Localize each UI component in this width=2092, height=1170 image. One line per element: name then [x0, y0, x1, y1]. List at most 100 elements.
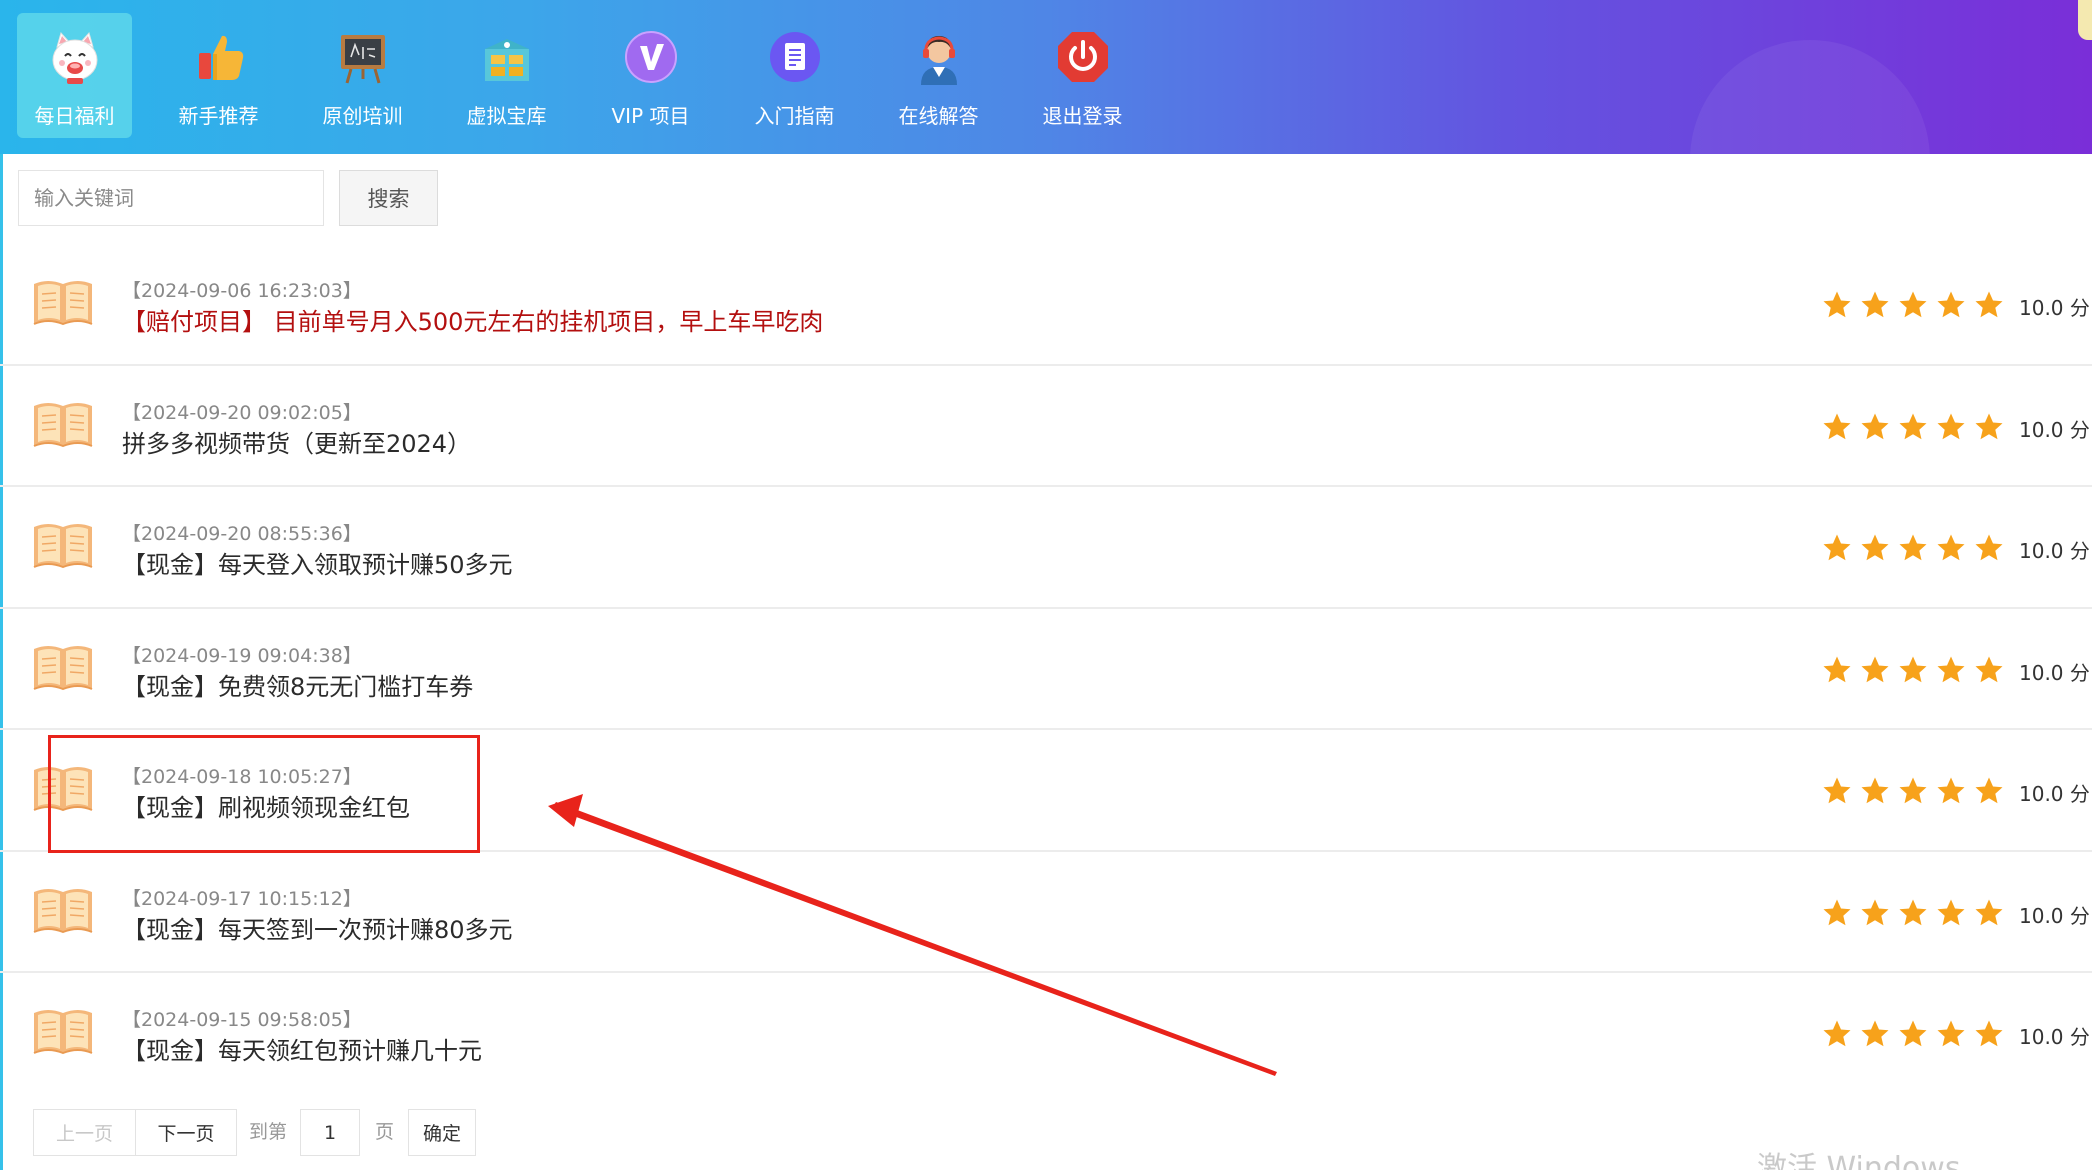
item-title[interactable]: 【赔付项目】 目前单号月入500元左右的挂机项目，早上车早吃肉 — [122, 302, 823, 337]
nav-item-label: 原创培训 — [322, 104, 403, 128]
page-number-input[interactable] — [300, 1109, 360, 1156]
star-icon — [1822, 1019, 1852, 1049]
star-icon — [1860, 290, 1890, 320]
item-title[interactable]: 【现金】免费领8元无门槛打车券 — [122, 667, 473, 702]
item-date: 【2024-09-20 08:55:36】 — [122, 523, 362, 545]
star-icon — [1974, 412, 2004, 442]
windows-activation-watermark: 激活 Windows — [1757, 1151, 1961, 1170]
nav-item-label: VIP 项目 — [611, 104, 690, 128]
chalkboard-icon — [331, 25, 395, 89]
prev-page-button[interactable]: 上一页 — [33, 1109, 136, 1156]
item-date: 【2024-09-17 10:15:12】 — [122, 887, 362, 910]
next-page-button[interactable]: 下一页 — [135, 1109, 237, 1156]
nav-item-logout[interactable]: 退出登录 — [1025, 13, 1140, 138]
item-title[interactable]: 拼多多视频带货（更新至2024） — [122, 424, 471, 459]
star-icon — [1936, 898, 1966, 928]
star-rating — [1822, 898, 2004, 928]
nav-item-vip-project[interactable]: VIP 项目 — [593, 13, 708, 138]
list-item[interactable]: 【2024-09-19 09:04:38】 【现金】免费领8元无门槛打车券 10… — [0, 609, 2092, 730]
nav-item-label: 入门指南 — [754, 104, 835, 128]
star-icon — [1974, 898, 2004, 928]
nav-item-beginner-recommend[interactable]: 新手推荐 — [161, 13, 276, 138]
article-list: 【2024-09-06 16:23:03】 【赔付项目】 目前单号月入500元左… — [0, 244, 2092, 1095]
star-icon — [1974, 1019, 2004, 1049]
star-icon — [1822, 412, 1852, 442]
star-icon — [1898, 533, 1928, 563]
star-icon — [1822, 776, 1852, 806]
open-book-icon — [32, 398, 94, 448]
star-icon — [1822, 533, 1852, 563]
list-item[interactable]: 【2024-09-17 10:15:12】 【现金】每天签到一次预计赚80多元 … — [0, 852, 2092, 973]
item-score: 10.0 分 — [2019, 660, 2090, 685]
star-icon — [1898, 776, 1928, 806]
star-icon — [1860, 533, 1890, 563]
list-item[interactable]: 【2024-09-20 08:55:36】 【现金】每天登入领取预计赚50多元 … — [0, 487, 2092, 609]
confirm-page-button[interactable]: 确定 — [408, 1109, 476, 1156]
nav-item-label: 新手推荐 — [178, 104, 259, 128]
list-item[interactable]: 【2024-09-15 09:58:05】 【现金】每天领红包预计赚几十元 10… — [0, 973, 2092, 1095]
search-button[interactable]: 搜索 — [339, 170, 438, 226]
item-title[interactable]: 【现金】每天签到一次预计赚80多元 — [122, 910, 513, 945]
star-icon — [1898, 1019, 1928, 1049]
document-icon — [763, 25, 827, 89]
star-icon — [1898, 898, 1928, 928]
star-icon — [1936, 1019, 1966, 1049]
nav-item-virtual-treasury[interactable]: 虚拟宝库 — [449, 13, 564, 138]
item-score: 10.0 分 — [2019, 1025, 2090, 1049]
nav-item-label: 每日福利 — [34, 104, 115, 128]
star-icon — [1936, 290, 1966, 320]
star-rating — [1822, 655, 2004, 685]
star-icon — [1898, 290, 1928, 320]
power-icon — [1051, 25, 1115, 89]
item-score: 10.0 分 — [2019, 296, 2090, 320]
nav-item-label: 在线解答 — [898, 104, 979, 128]
thumbs-up-icon — [187, 25, 251, 89]
search-input[interactable] — [18, 170, 324, 226]
star-icon — [1860, 898, 1890, 928]
header-corner-decoration — [2078, 0, 2092, 40]
star-icon — [1974, 655, 2004, 685]
open-book-icon — [32, 884, 94, 934]
nav-item-daily-welfare[interactable]: 每日福利 — [17, 13, 132, 138]
star-rating — [1822, 290, 2004, 320]
item-date: 【2024-09-19 09:04:38】 — [122, 644, 362, 667]
nav-item-beginner-guide[interactable]: 入门指南 — [737, 13, 852, 138]
star-icon — [1936, 412, 1966, 442]
star-rating — [1822, 1019, 2004, 1049]
open-book-icon — [32, 1005, 94, 1055]
star-icon — [1936, 533, 1966, 563]
nav-item-original-training[interactable]: 原创培训 — [305, 13, 420, 138]
star-icon — [1936, 655, 1966, 685]
star-icon — [1822, 898, 1852, 928]
open-book-icon — [32, 641, 94, 691]
star-rating — [1822, 776, 2004, 806]
list-item[interactable]: 【2024-09-20 09:02:05】 拼多多视频带货（更新至2024） 1… — [0, 366, 2092, 487]
open-book-icon — [32, 762, 94, 812]
support-agent-icon — [907, 25, 971, 89]
item-title[interactable]: 【现金】刷视频领现金红包 — [122, 788, 410, 823]
star-icon — [1936, 776, 1966, 806]
item-score: 10.0 分 — [2019, 417, 2090, 442]
nav-item-label: 退出登录 — [1042, 104, 1123, 128]
nav-item-online-support[interactable]: 在线解答 — [881, 13, 996, 138]
item-date: 【2024-09-06 16:23:03】 — [122, 280, 362, 302]
goto-suffix-label: 页 — [375, 1121, 395, 1143]
item-title[interactable]: 【现金】每天登入领取预计赚50多元 — [122, 545, 513, 580]
star-icon — [1898, 655, 1928, 685]
star-rating — [1822, 533, 2004, 563]
star-icon — [1860, 655, 1890, 685]
star-rating — [1822, 412, 2004, 442]
vip-icon — [619, 25, 683, 89]
item-date: 【2024-09-15 09:58:05】 — [122, 1009, 362, 1031]
top-navigation-bar: 每日福利 新手推荐 原创培训 虚拟宝库 VIP 项目 入门指南 在线解答 退出登… — [0, 0, 2092, 154]
item-date: 【2024-09-18 10:05:27】 — [122, 766, 362, 788]
list-item[interactable]: 【2024-09-18 10:05:27】 【现金】刷视频领现金红包 10.0 … — [0, 730, 2092, 852]
star-icon — [1860, 1019, 1890, 1049]
goto-prefix-label: 到第 — [249, 1121, 288, 1143]
list-item[interactable]: 【2024-09-06 16:23:03】 【赔付项目】 目前单号月入500元左… — [0, 244, 2092, 366]
star-icon — [1860, 776, 1890, 806]
nav-item-label: 虚拟宝库 — [466, 104, 547, 128]
item-score: 10.0 分 — [2019, 903, 2090, 928]
star-icon — [1974, 776, 2004, 806]
item-title[interactable]: 【现金】每天领红包预计赚几十元 — [122, 1031, 482, 1066]
